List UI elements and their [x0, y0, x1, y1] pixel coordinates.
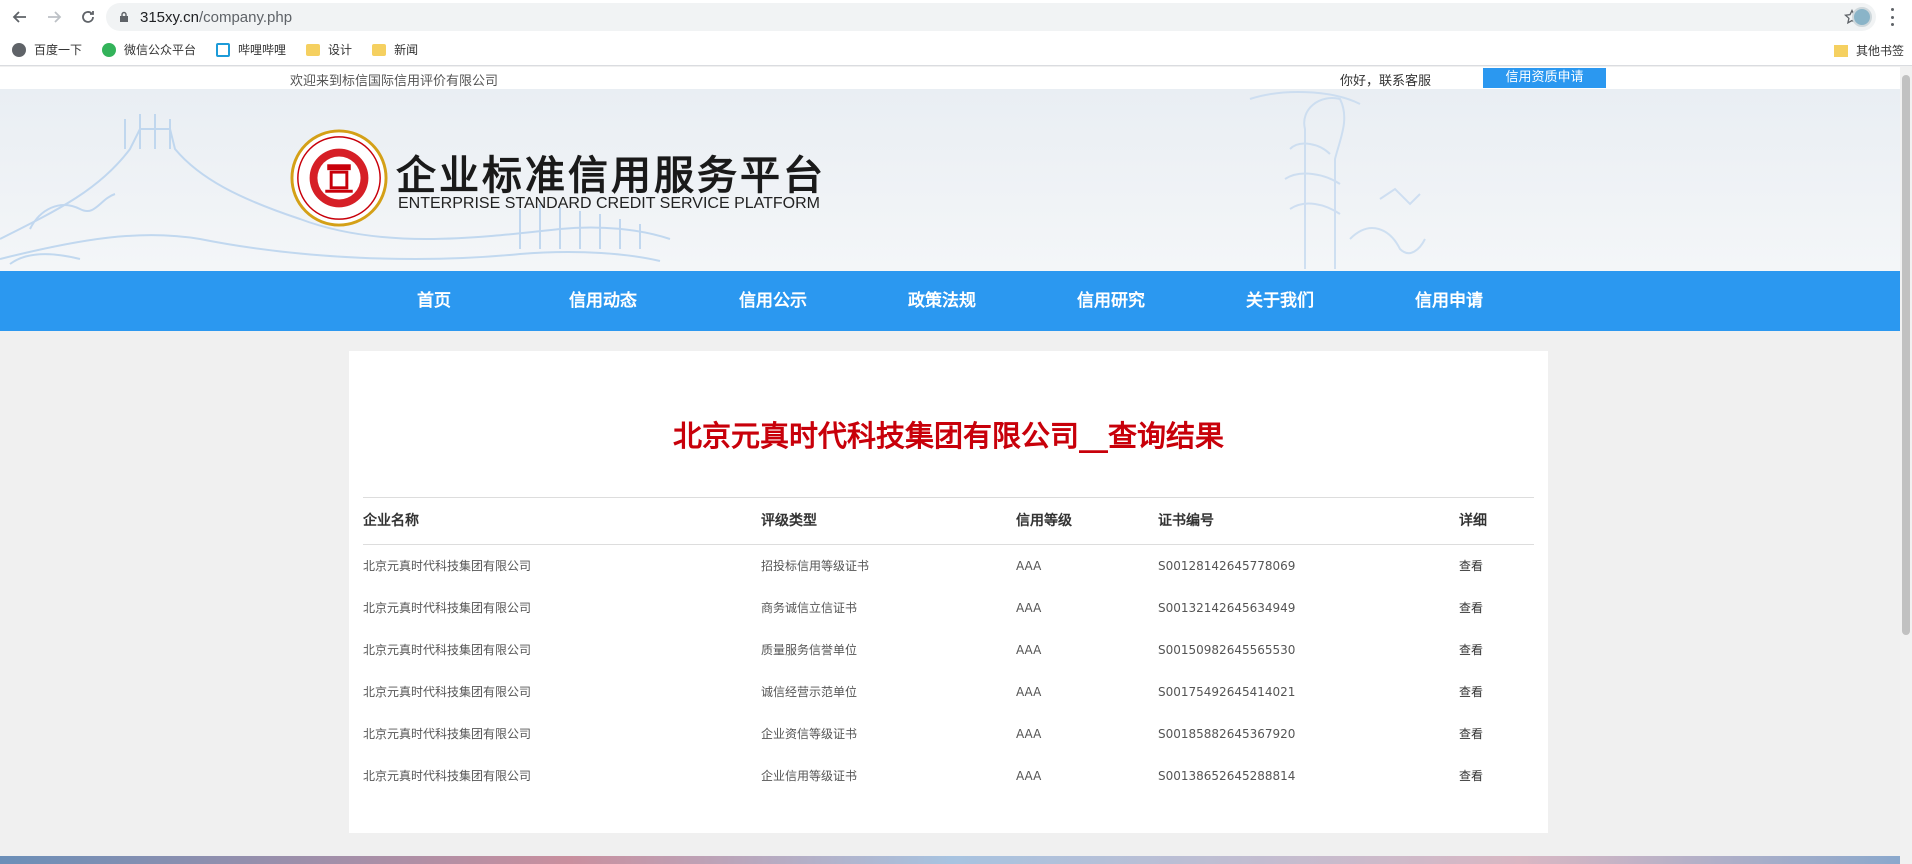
lock-icon — [120, 11, 128, 22]
view-detail-link[interactable]: 查看 — [1459, 545, 1483, 587]
table-row: 北京元真时代科技集团有限公司 质量服务信誉单位 AAA S00150982645… — [363, 629, 1534, 671]
credit-level-cell: AAA — [1016, 643, 1042, 657]
table-row: 北京元真时代科技集团有限公司 招投标信用等级证书 AAA S0012814264… — [363, 545, 1534, 587]
page-scrollbar[interactable] — [1900, 67, 1912, 864]
bilibili-icon — [216, 42, 231, 57]
browser-menu-icon[interactable] — [1890, 8, 1894, 26]
view-detail-link[interactable]: 查看 — [1459, 587, 1483, 629]
bookmarks-bar: 百度一下 微信公众平台 哔哩哔哩 设计 新闻 其他书签 — [0, 34, 1912, 66]
other-bookmarks-label: 其他书签 — [1855, 44, 1904, 58]
result-title: 北京元真时代科技集团有限公司__查询结果 — [672, 419, 1224, 453]
site-subtitle: ENTERPRISE STANDARD CREDIT SERVICE PLATF… — [398, 195, 820, 212]
arrow-left-icon — [12, 11, 26, 23]
bookmark-label: 微信公众平台 — [124, 43, 197, 57]
table-header: 企业名称 评级类型 信用等级 证书编号 详细 — [363, 497, 1534, 545]
welcome-text: 欢迎来到标信国际信用评价有限公司 — [290, 74, 499, 89]
rating-type-cell: 诚信经营示范单位 — [761, 685, 858, 699]
view-detail-link[interactable]: 查看 — [1459, 713, 1483, 755]
contact-service-link[interactable]: 你好，联系客服 — [1340, 70, 1431, 89]
column-header-detail: 详细 — [1459, 513, 1487, 529]
great-wall-illustration — [0, 91, 1426, 269]
nav-item-apply[interactable]: 信用申请 — [1415, 271, 1483, 331]
column-header-type: 评级类型 — [761, 513, 817, 529]
company-name-cell: 北京元真时代科技集团有限公司 — [363, 601, 532, 615]
table-row: 北京元真时代科技集团有限公司 诚信经营示范单位 AAA S00175492645… — [363, 671, 1534, 713]
nav-item-credit-news[interactable]: 信用动态 — [569, 271, 637, 331]
bookmark-label: 设计 — [328, 43, 353, 57]
view-detail-link[interactable]: 查看 — [1459, 671, 1483, 713]
back-button[interactable] — [6, 3, 34, 31]
header-banner: 企业标准信用服务平台 ENTERPRISE STANDARD CREDIT SE… — [0, 89, 1900, 271]
other-bookmarks[interactable]: 其他书签 — [1833, 42, 1904, 59]
reload-icon — [82, 11, 94, 23]
company-name-cell: 北京元真时代科技集团有限公司 — [363, 685, 532, 699]
table-row: 北京元真时代科技集团有限公司 企业资信等级证书 AAA S00185882645… — [363, 713, 1534, 755]
table-row: 北京元真时代科技集团有限公司 企业信用等级证书 AAA S00138652645… — [363, 755, 1534, 797]
company-name-cell: 北京元真时代科技集团有限公司 — [363, 559, 532, 573]
bookmark-folder-news[interactable]: 新闻 — [372, 41, 418, 58]
address-bar[interactable]: 315xy.cn/company.php — [106, 3, 1876, 31]
rating-type-cell: 企业资信等级证书 — [761, 727, 858, 741]
site-title: 企业标准信用服务平台 — [396, 153, 826, 199]
credit-level-cell: AAA — [1016, 727, 1042, 741]
company-name-cell: 北京元真时代科技集团有限公司 — [363, 769, 532, 783]
wechat-icon — [102, 42, 117, 57]
credit-level-cell: AAA — [1016, 601, 1042, 615]
rating-type-cell: 招投标信用等级证书 — [761, 559, 870, 573]
bookmark-wechat[interactable]: 微信公众平台 — [102, 41, 196, 58]
nav-item-credit-publicity[interactable]: 信用公示 — [739, 271, 807, 331]
certificate-number-cell: S00128142645778069 — [1158, 559, 1296, 573]
folder-icon — [306, 43, 321, 56]
company-name-cell: 北京元真时代科技集团有限公司 — [363, 727, 532, 741]
bookmark-label: 新闻 — [394, 43, 419, 57]
view-detail-link[interactable]: 查看 — [1459, 755, 1483, 797]
query-result-panel: 北京元真时代科技集团有限公司__查询结果 企业名称 评级类型 信用等级 证书编号… — [349, 351, 1548, 833]
folder-icon — [372, 43, 387, 56]
credit-apply-button[interactable]: 信用资质申请 — [1483, 68, 1606, 88]
certificate-number-cell: S00138652645288814 — [1158, 769, 1296, 783]
credit-level-cell: AAA — [1016, 685, 1042, 699]
footer-banner-strip — [0, 856, 1900, 864]
result-table: 企业名称 评级类型 信用等级 证书编号 详细 北京元真时代科技集团有限公司 招投… — [363, 497, 1534, 797]
profile-avatar[interactable] — [1852, 7, 1872, 27]
bookmark-label: 百度一下 — [34, 43, 83, 57]
column-header-company: 企业名称 — [363, 513, 419, 529]
certificate-number-cell: S00185882645367920 — [1158, 727, 1296, 741]
nav-item-about[interactable]: 关于我们 — [1246, 271, 1314, 331]
browser-toolbar: 315xy.cn/company.php — [0, 0, 1912, 34]
web-page: 欢迎来到标信国际信用评价有限公司 你好，联系客服 信用资质申请 企业标准信用服务… — [0, 67, 1900, 864]
nav-item-research[interactable]: 信用研究 — [1077, 271, 1145, 331]
baidu-icon — [12, 42, 26, 57]
bookmark-baidu[interactable]: 百度一下 — [12, 41, 82, 58]
reload-button[interactable] — [74, 3, 102, 31]
company-name-cell: 北京元真时代科技集团有限公司 — [363, 643, 532, 657]
bookmark-bilibili[interactable]: 哔哩哔哩 — [216, 41, 286, 58]
certificate-number-cell: S00150982645565530 — [1158, 643, 1296, 657]
credit-level-cell: AAA — [1016, 769, 1042, 783]
bookmark-folder-design[interactable]: 设计 — [306, 41, 352, 58]
column-header-level: 信用等级 — [1016, 513, 1072, 529]
url-text: 315xy.cn/company.php — [140, 8, 293, 26]
table-row: 北京元真时代科技集团有限公司 商务诚信立信证书 AAA S00132142645… — [363, 587, 1534, 629]
scrollbar-thumb[interactable] — [1902, 75, 1910, 635]
rating-type-cell: 商务诚信立信证书 — [761, 601, 858, 615]
top-info-bar: 欢迎来到标信国际信用评价有限公司 你好，联系客服 信用资质申请 — [0, 67, 1900, 89]
certificate-number-cell: S00175492645414021 — [1158, 685, 1296, 699]
forward-button[interactable] — [40, 3, 68, 31]
certificate-number-cell: S00132142645634949 — [1158, 601, 1296, 615]
credit-level-cell: AAA — [1016, 559, 1042, 573]
folder-icon — [1833, 44, 1848, 57]
bookmark-label: 哔哩哔哩 — [238, 43, 287, 57]
credit-seal-logo — [290, 129, 388, 227]
nav-item-policy[interactable]: 政策法规 — [908, 271, 976, 331]
main-navigation: 首页 信用动态 信用公示 政策法规 信用研究 关于我们 信用申请 — [0, 271, 1900, 331]
column-header-cert: 证书编号 — [1158, 513, 1214, 529]
nav-item-home[interactable]: 首页 — [417, 271, 451, 331]
rating-type-cell: 企业信用等级证书 — [761, 769, 858, 783]
view-detail-link[interactable]: 查看 — [1459, 629, 1483, 671]
rating-type-cell: 质量服务信誉单位 — [761, 643, 858, 657]
arrow-right-icon — [48, 11, 62, 23]
